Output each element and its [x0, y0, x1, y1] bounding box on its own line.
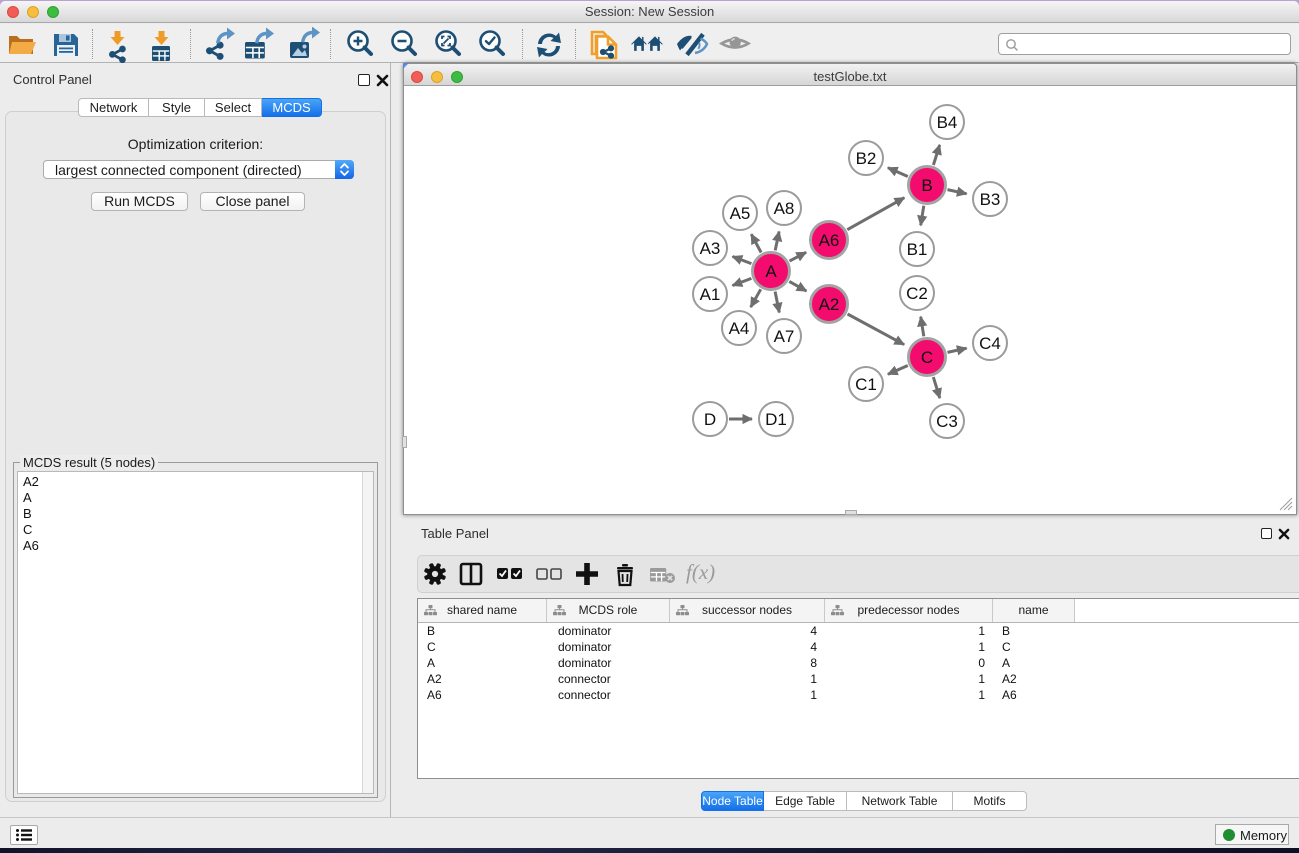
svg-text:B1: B1 — [907, 240, 928, 259]
svg-text:A1: A1 — [700, 285, 721, 304]
svg-text:C4: C4 — [979, 334, 1001, 353]
svg-text:B: B — [921, 176, 932, 195]
svg-text:B4: B4 — [937, 113, 958, 132]
svg-text:C2: C2 — [906, 284, 928, 303]
svg-text:C1: C1 — [855, 375, 877, 394]
svg-text:A8: A8 — [774, 199, 795, 218]
svg-text:A4: A4 — [729, 319, 750, 338]
svg-text:A7: A7 — [774, 327, 795, 346]
svg-text:A2: A2 — [819, 295, 840, 314]
svg-text:B2: B2 — [856, 149, 877, 168]
svg-text:A5: A5 — [730, 204, 751, 223]
svg-text:B3: B3 — [980, 190, 1001, 209]
svg-text:D1: D1 — [765, 410, 787, 429]
svg-text:A3: A3 — [700, 239, 721, 258]
svg-text:D: D — [704, 410, 716, 429]
svg-text:C: C — [921, 348, 933, 367]
svg-text:A: A — [765, 262, 777, 281]
svg-text:A6: A6 — [819, 231, 840, 250]
svg-text:C3: C3 — [936, 412, 958, 431]
